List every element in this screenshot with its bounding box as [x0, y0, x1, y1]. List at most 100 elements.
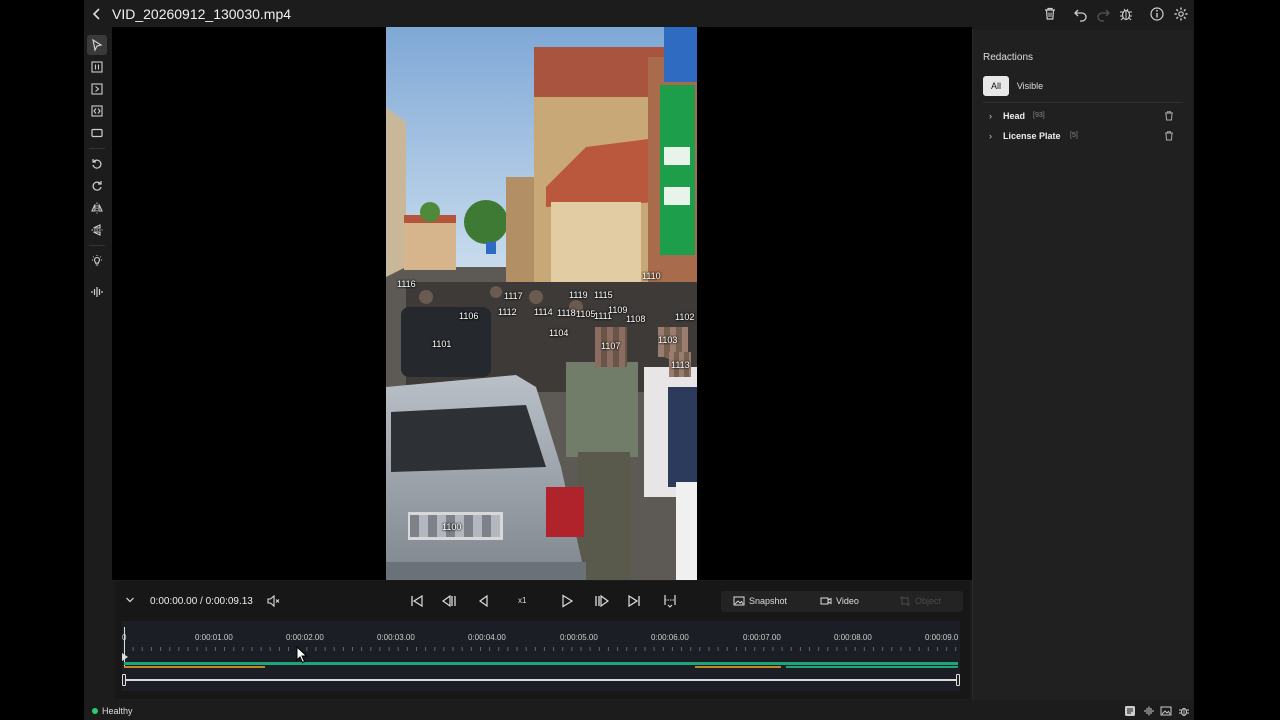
- filter-all-tab[interactable]: All: [983, 76, 1009, 96]
- street-scene-image: [386, 27, 697, 580]
- plate-track-segment[interactable]: [124, 666, 265, 668]
- detection-label[interactable]: 1105: [576, 309, 595, 319]
- filter-visible-tab[interactable]: Visible: [1011, 76, 1049, 96]
- file-title: VID_20260912_130030.mp4: [112, 6, 292, 22]
- plate-track-segment[interactable]: [695, 666, 781, 668]
- header-bar: VID_20260912_130030.mp4: [84, 0, 1194, 28]
- tick-label: 0:00:03.00: [377, 633, 415, 642]
- undo-icon[interactable]: [1073, 6, 1089, 22]
- rotate-right-icon[interactable]: [87, 176, 107, 196]
- trim-end-handle[interactable]: [956, 674, 960, 686]
- redaction-group-head[interactable]: › Head [93]: [983, 109, 1183, 125]
- snapshot-label: Snapshot: [749, 596, 788, 606]
- audio-settings-icon[interactable]: [1143, 705, 1155, 717]
- detection-label[interactable]: 1110: [642, 271, 661, 281]
- skip-to-end-icon[interactable]: [626, 593, 642, 609]
- health-status: Healthy: [102, 706, 133, 716]
- detection-label[interactable]: 1106: [459, 311, 478, 321]
- crop-icon: [900, 596, 910, 606]
- detection-label[interactable]: 1112: [498, 307, 517, 317]
- detection-label[interactable]: 1103: [658, 335, 677, 345]
- tick-label: 0:00:02.00: [286, 633, 324, 642]
- select-tool-icon[interactable]: [87, 35, 107, 55]
- playhead-handle-icon[interactable]: [121, 653, 129, 661]
- bug-icon[interactable]: [1118, 6, 1134, 22]
- tick-label: 0:00:09.0: [925, 633, 959, 642]
- detection-label[interactable]: 1104: [549, 328, 568, 338]
- rotate-left-icon[interactable]: [87, 154, 107, 174]
- redaction-group-name: License Plate: [1003, 131, 1061, 141]
- collapse-chevron-icon[interactable]: [125, 595, 135, 605]
- video-camera-icon: [820, 597, 832, 605]
- detection-label[interactable]: 1108: [626, 314, 645, 324]
- redactions-panel: Redactions All Visible › Head [93] › Lic…: [972, 30, 1193, 700]
- redaction-group-license-plate[interactable]: › License Plate [5]: [983, 129, 1183, 145]
- detection-label[interactable]: 1109: [608, 305, 627, 315]
- select-range-icon[interactable]: [87, 101, 107, 121]
- select-forward-icon[interactable]: [87, 79, 107, 99]
- skip-to-start-icon[interactable]: [409, 593, 425, 609]
- detection-label[interactable]: 1116: [397, 279, 416, 289]
- brightness-icon[interactable]: [87, 251, 107, 271]
- playhead[interactable]: [124, 627, 125, 667]
- trash-icon[interactable]: [1042, 6, 1058, 22]
- trim-start-handle[interactable]: [122, 674, 126, 686]
- redaction-group-count: [93]: [1033, 112, 1045, 119]
- status-bar: Healthy: [84, 702, 1194, 720]
- video-frame[interactable]: 1116 1117 1119 1115 1110 1106 1112 1114 …: [386, 27, 697, 580]
- layout-icon[interactable]: [1124, 705, 1136, 717]
- trash-icon[interactable]: [1163, 110, 1175, 122]
- playback-speed[interactable]: x1: [518, 596, 526, 605]
- detection-label[interactable]: 1107: [601, 341, 620, 351]
- image-icon: [733, 596, 745, 606]
- play-icon[interactable]: [559, 593, 575, 609]
- trim-range[interactable]: [122, 674, 960, 686]
- flip-horizontal-icon[interactable]: [87, 198, 107, 218]
- previous-frame-icon[interactable]: [476, 593, 492, 609]
- settings-icon[interactable]: [1173, 6, 1189, 22]
- timeline[interactable]: 0 0:00:01.00 0:00:02.00 0:00:03.00 0:00:…: [122, 621, 960, 691]
- detection-label[interactable]: 1118: [557, 308, 576, 318]
- app-window: VID_20260912_130030.mp4 1116 1117 1119 1…: [84, 0, 1194, 720]
- panel-title: Redactions: [983, 52, 1034, 63]
- trim-icon[interactable]: [662, 593, 678, 609]
- trash-icon[interactable]: [1163, 130, 1175, 142]
- trim-range-bar: [126, 679, 956, 681]
- previous-keyframe-icon[interactable]: [441, 593, 457, 609]
- redo-icon[interactable]: [1095, 6, 1111, 22]
- detection-label[interactable]: 1115: [594, 290, 613, 300]
- object-label: Object: [915, 596, 942, 606]
- detection-label[interactable]: 1113: [671, 360, 690, 370]
- tick-marks: [124, 647, 957, 651]
- detection-label[interactable]: 1114: [534, 307, 553, 317]
- audio-wave-icon[interactable]: [87, 282, 107, 302]
- tick-label: 0:00:07.00: [743, 633, 781, 642]
- tick-label: 0:00:06.00: [651, 633, 689, 642]
- picture-icon[interactable]: [1160, 705, 1172, 717]
- next-keyframe-icon[interactable]: [594, 593, 610, 609]
- track-segment[interactable]: [786, 666, 958, 668]
- chevron-right-icon[interactable]: ›: [989, 111, 992, 121]
- video-stage: 1116 1117 1119 1115 1110 1106 1112 1114 …: [112, 27, 972, 580]
- info-icon[interactable]: [1149, 6, 1165, 22]
- detection-label[interactable]: 1119: [569, 290, 588, 300]
- detection-label[interactable]: 1100: [442, 522, 461, 532]
- frame-select-icon[interactable]: [87, 57, 107, 77]
- detection-label[interactable]: 1101: [432, 339, 451, 349]
- detection-label[interactable]: 1102: [675, 312, 694, 322]
- health-indicator: [92, 708, 98, 714]
- back-icon[interactable]: [88, 5, 106, 23]
- flip-vertical-icon[interactable]: [87, 220, 107, 240]
- volume-icon[interactable]: [266, 594, 280, 608]
- redaction-group-count: [5]: [1070, 132, 1078, 139]
- tick-label: 0:00:04.00: [468, 633, 506, 642]
- tick-label: 0:00:05.00: [560, 633, 598, 642]
- debug-icon[interactable]: [1178, 705, 1190, 717]
- chevron-right-icon[interactable]: ›: [989, 131, 992, 141]
- rectangle-tool-icon[interactable]: [87, 123, 107, 143]
- head-track[interactable]: [124, 662, 958, 665]
- panel-divider: [983, 102, 1183, 103]
- redaction-group-name: Head: [1003, 111, 1026, 121]
- detection-label[interactable]: 1117: [504, 291, 523, 301]
- toolbar-divider: [89, 245, 105, 246]
